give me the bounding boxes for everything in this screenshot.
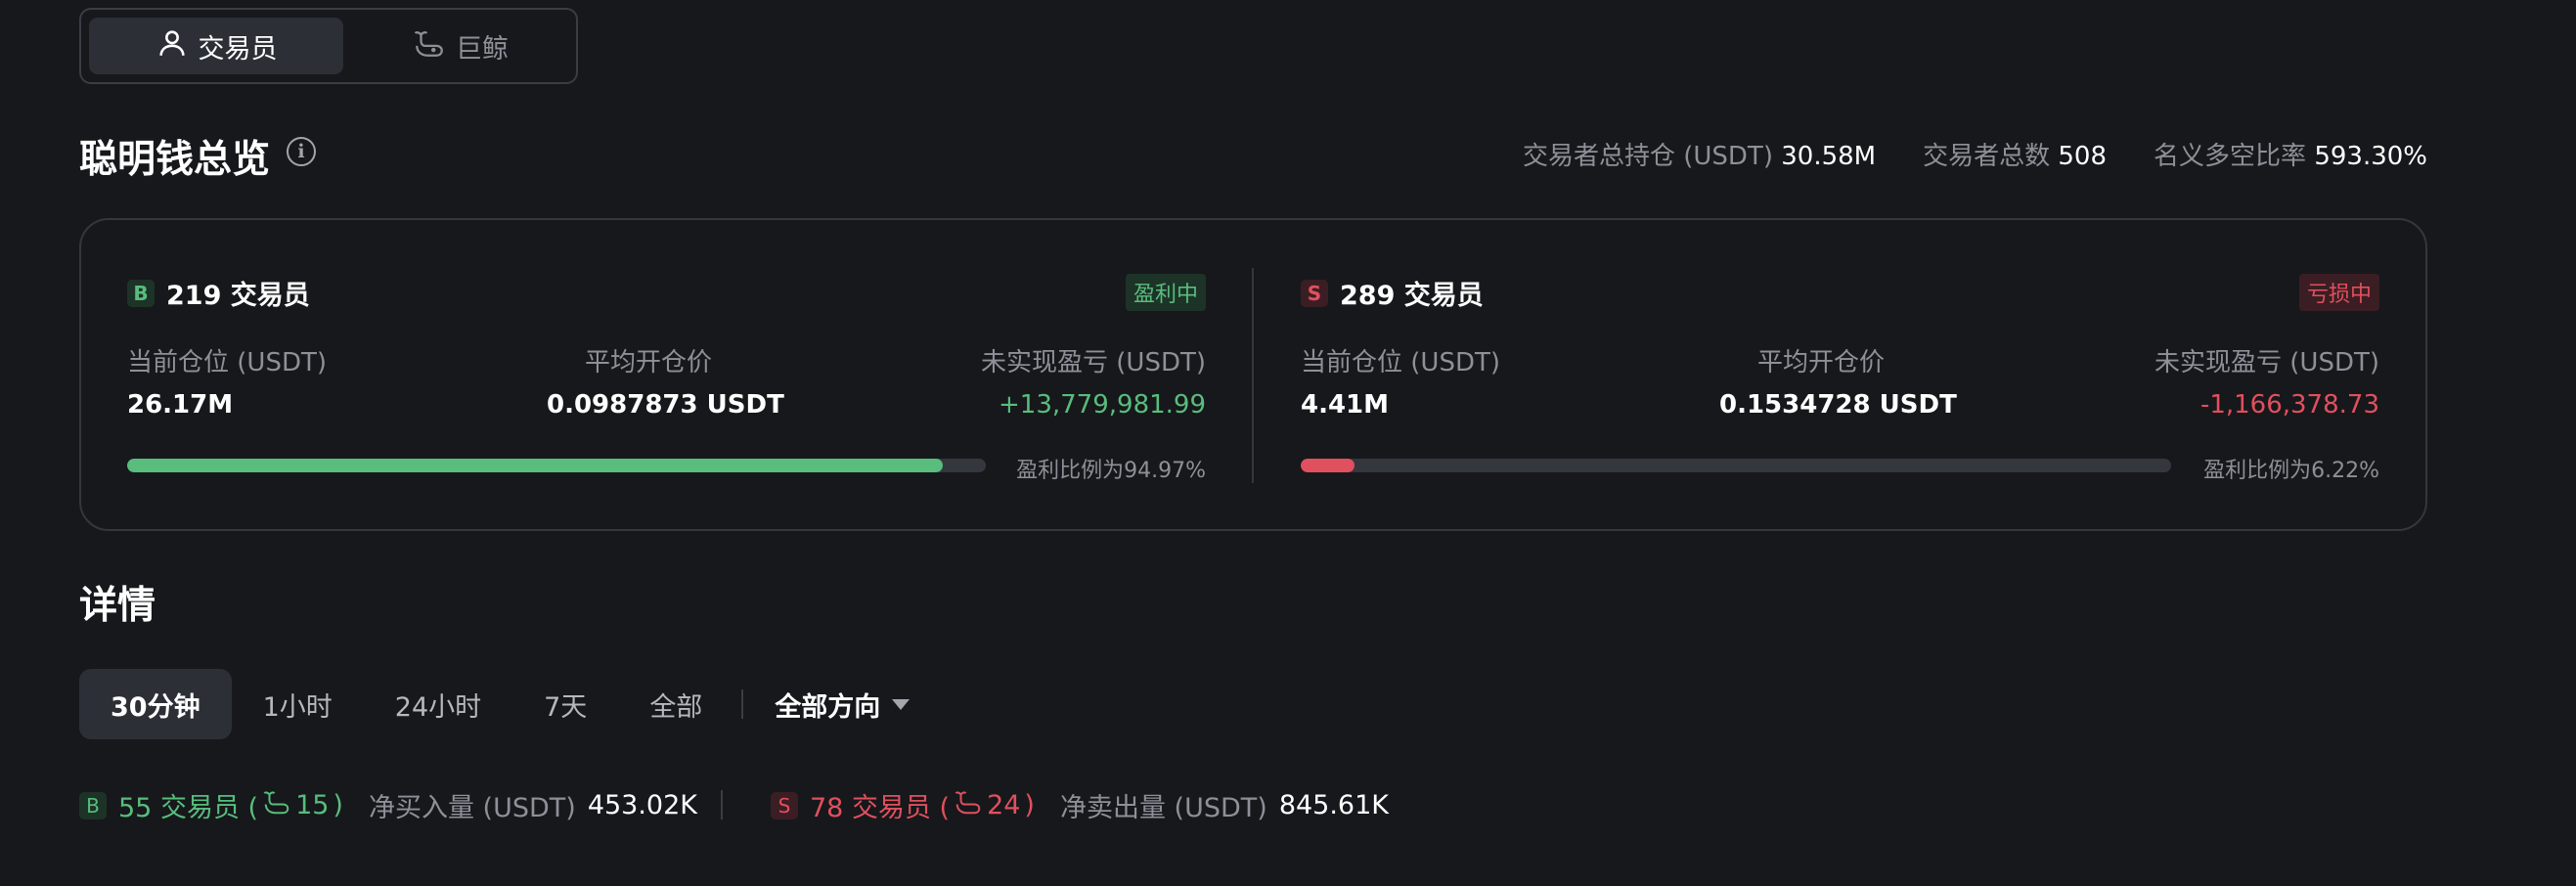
overview-stats: 交易者总持仓 (USDT) 30.58M 交易者总数 508 名义多空比率 59… <box>1523 136 2427 172</box>
long-position-label: 当前仓位 (USDT) <box>127 348 327 377</box>
short-avg-price-value: 0.1534728 USDT <box>1719 390 1957 420</box>
whale-icon <box>954 787 983 823</box>
long-short-ratio-stat: 名义多空比率 593.30% <box>2154 136 2427 172</box>
traders-tab-label: 交易员 <box>198 33 278 65</box>
short-profit-ratio: 盈利比例为6.22% <box>2203 459 2379 483</box>
tab-30min[interactable]: 30分钟 <box>79 669 232 739</box>
buy-traders-text: 55 交易员 ( <box>118 793 259 823</box>
short-trader-count: 289 交易员 <box>1340 281 1484 311</box>
stat-value: 508 <box>2058 142 2108 171</box>
short-position-label: 当前仓位 (USDT) <box>1301 348 1500 377</box>
whales-tab-label: 巨鲸 <box>456 33 509 65</box>
tab-24h[interactable]: 24小时 <box>364 669 512 739</box>
long-pnl-label: 未实现盈亏 (USDT) <box>981 348 1206 377</box>
long-avg-price-label: 平均开仓价 <box>585 348 713 377</box>
short-pnl-label: 未实现盈亏 (USDT) <box>2154 348 2379 377</box>
tab-all[interactable]: 全部 <box>618 669 733 739</box>
buy-badge: B <box>127 279 155 307</box>
buy-whale-count: 15 <box>295 790 330 820</box>
net-buy-summary: B 55 交易员 ( 15 ) 净买入量 (USDT) 453.02K <box>79 786 697 824</box>
short-profit-bar-fill <box>1301 459 1355 472</box>
short-pnl-value: -1,166,378.73 <box>2199 390 2379 420</box>
stat-label: 交易者总持仓 (USDT) <box>1522 142 1773 171</box>
long-profit-ratio: 盈利比例为94.97% <box>1016 459 1206 483</box>
whales-tab[interactable]: 巨鲸 <box>353 18 568 74</box>
time-range-tabs: 30分钟 1小时 24小时 7天 全部 全部方向 <box>79 669 933 739</box>
net-sell-label: 净卖出量 (USDT) <box>1059 793 1267 823</box>
tab-separator <box>741 689 744 719</box>
short-profit-bar <box>1301 459 2171 472</box>
tab-7d[interactable]: 7天 <box>512 669 618 739</box>
profit-status-tag: 盈利中 <box>1125 274 1206 311</box>
sell-traders-text: 78 交易员 ( <box>810 793 951 823</box>
short-position-value: 4.41M <box>1301 390 1390 420</box>
flow-separator <box>721 790 723 820</box>
whale-icon <box>413 26 446 66</box>
direction-label: 全部方向 <box>775 691 881 723</box>
long-pnl-value: +13,779,981.99 <box>999 390 1206 420</box>
trader-whale-toggle: 交易员 巨鲸 <box>79 8 578 84</box>
long-avg-price-value: 0.0987873 USDT <box>547 390 784 420</box>
info-icon[interactable]: i <box>287 137 316 166</box>
loss-status-tag: 亏损中 <box>2298 274 2379 311</box>
total-position-stat: 交易者总持仓 (USDT) 30.58M <box>1523 136 1876 172</box>
net-buy-value: 453.02K <box>587 790 697 820</box>
stat-value: 30.58M <box>1781 142 1877 171</box>
long-profit-bar-fill <box>127 459 943 472</box>
buy-close-paren: ) <box>333 790 343 820</box>
sell-badge: S <box>771 791 798 820</box>
whale-icon <box>262 787 291 823</box>
buy-badge: B <box>79 791 107 820</box>
net-buy-label: 净买入量 (USDT) <box>368 793 576 823</box>
person-icon <box>155 26 189 66</box>
caret-down-icon <box>892 698 910 710</box>
long-trader-count: 219 交易员 <box>166 281 310 311</box>
buy-trader-count: 55 交易员 ( 15 ) <box>118 786 343 824</box>
long-side-header: B 219 交易员 <box>127 274 310 312</box>
stat-label: 交易者总数 <box>1923 142 2051 171</box>
details-title: 详情 <box>79 584 156 628</box>
traders-tab[interactable]: 交易员 <box>89 18 343 74</box>
sell-badge: S <box>1301 279 1328 307</box>
net-sell-value: 845.61K <box>1278 790 1389 820</box>
sell-whale-count: 24 <box>987 790 1021 820</box>
long-position-value: 26.17M <box>127 390 234 420</box>
trader-count-stat: 交易者总数 508 <box>1923 136 2107 172</box>
long-profit-bar <box>127 459 986 472</box>
net-sell-summary: S 78 交易员 ( 24 ) 净卖出量 (USDT) 845.61K <box>771 786 1389 824</box>
stat-value: 593.30% <box>2314 142 2427 171</box>
stat-label: 名义多空比率 <box>2154 142 2307 171</box>
overview-title: 聪明钱总览 <box>79 138 271 182</box>
short-side-header: S 289 交易员 <box>1301 274 1484 312</box>
short-avg-price-label: 平均开仓价 <box>1757 348 1886 377</box>
tab-1h[interactable]: 1小时 <box>232 669 364 739</box>
sell-trader-count: 78 交易员 ( 24 ) <box>810 786 1035 824</box>
sell-close-paren: ) <box>1024 790 1035 820</box>
direction-dropdown[interactable]: 全部方向 <box>751 686 933 724</box>
card-divider <box>1252 268 1254 483</box>
